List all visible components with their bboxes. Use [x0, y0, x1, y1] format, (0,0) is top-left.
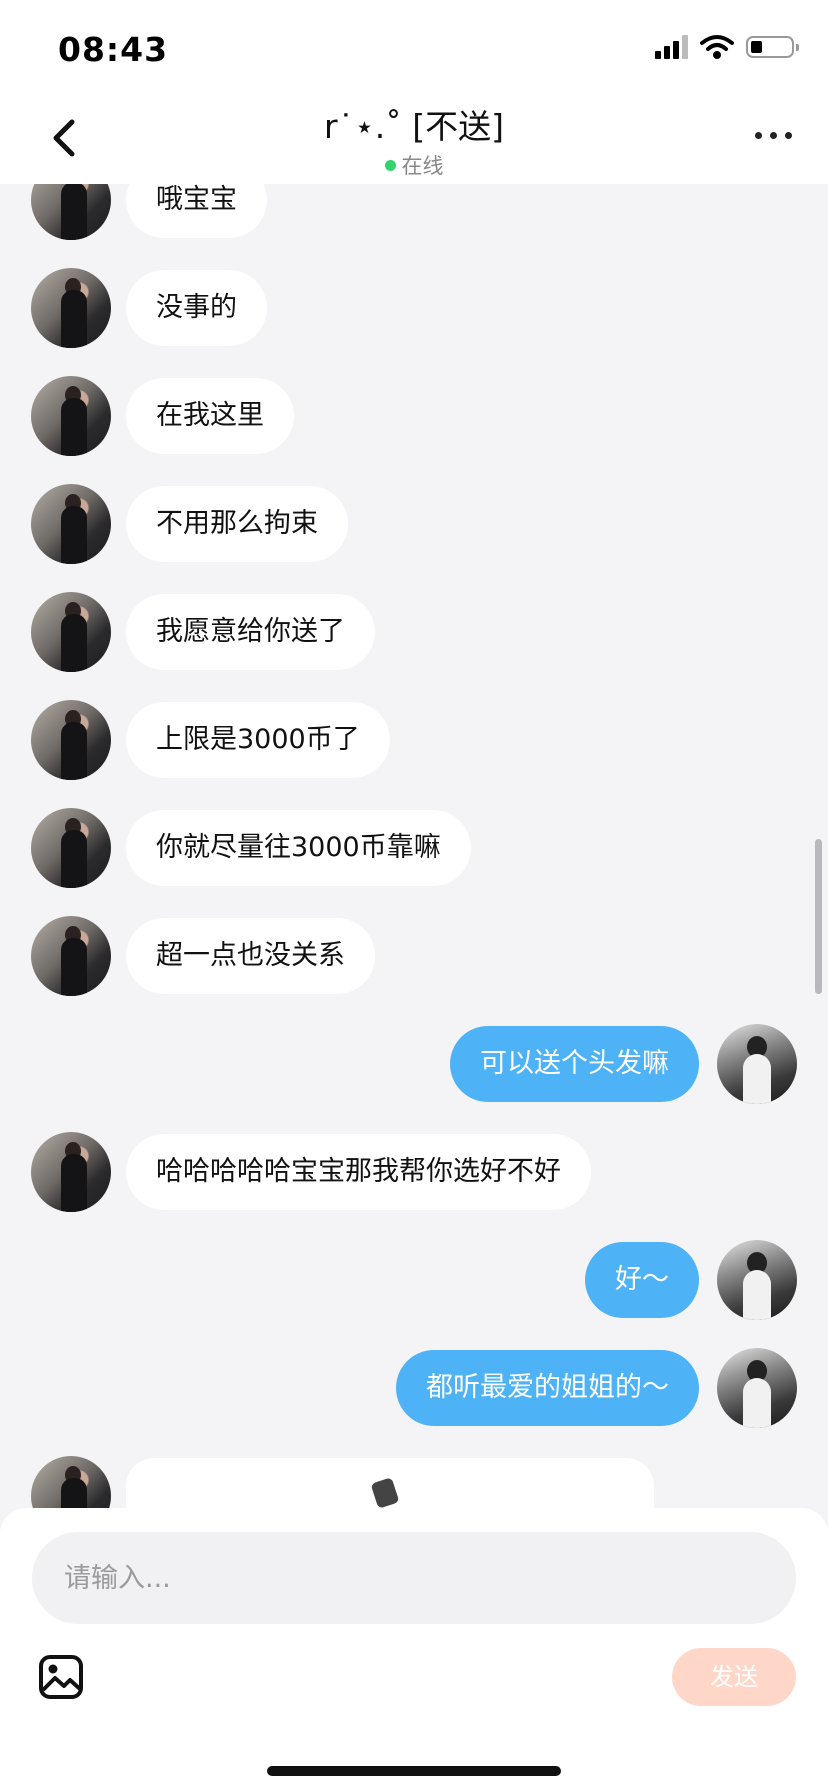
status-icons [655, 34, 799, 60]
contact-avatar[interactable] [31, 268, 111, 348]
signal-icon [655, 35, 688, 59]
contact-avatar[interactable] [31, 376, 111, 456]
message-bubble[interactable]: 你就尽量往3000币靠嘛 [126, 810, 471, 886]
status-time: 08:43 [58, 30, 169, 69]
user-avatar[interactable] [717, 1024, 797, 1104]
message-bubble[interactable]: 都听最爱的姐姐的～ [396, 1350, 699, 1426]
message-bubble[interactable]: 在我这里 [126, 378, 294, 454]
message-bubble[interactable]: 好～ [585, 1242, 699, 1318]
contact-avatar[interactable] [31, 592, 111, 672]
gift-card-message[interactable] [126, 1458, 654, 1509]
online-status: 在线 [0, 150, 828, 180]
contact-avatar[interactable] [31, 484, 111, 564]
wifi-icon [700, 35, 734, 59]
message-bubble[interactable]: 可以送个头发嘛 [450, 1026, 699, 1102]
message-bubble[interactable]: 没事的 [126, 270, 267, 346]
more-horizontal-icon[interactable] [755, 132, 792, 139]
message-bubble[interactable]: 哈哈哈哈哈宝宝那我帮你选好不好 [126, 1134, 591, 1210]
contact-avatar[interactable] [31, 1456, 111, 1509]
contact-avatar[interactable] [31, 184, 111, 240]
message-bubble[interactable]: 不用那么拘束 [126, 486, 348, 562]
message-bubble[interactable]: 超一点也没关系 [126, 918, 375, 994]
message-input[interactable] [32, 1532, 796, 1624]
message-bubble[interactable]: 我愿意给你送了 [126, 594, 375, 670]
message-bubble[interactable]: 上限是3000币了 [126, 702, 390, 778]
composer-panel: 发送 [0, 1508, 828, 1792]
online-dot-icon [384, 159, 396, 171]
user-avatar[interactable] [717, 1348, 797, 1428]
chat-screen: 08:43 r˙⋆.˚ [不送] 在线 哦宝宝 没事的 在我这里 不用那么拘束 … [0, 0, 828, 1792]
send-button[interactable]: 发送 [672, 1648, 796, 1706]
nav-bar: r˙⋆.˚ [不送] 在线 [0, 92, 828, 184]
contact-avatar[interactable] [31, 916, 111, 996]
contact-avatar[interactable] [31, 808, 111, 888]
contact-avatar[interactable] [31, 700, 111, 780]
gift-icon [370, 1477, 400, 1509]
contact-name: r˙⋆.˚ [不送] [324, 107, 504, 146]
image-icon[interactable] [38, 1654, 84, 1700]
user-avatar[interactable] [717, 1240, 797, 1320]
message-bubble[interactable]: 哦宝宝 [126, 184, 267, 238]
scrollbar[interactable] [815, 839, 822, 994]
contact-avatar[interactable] [31, 1132, 111, 1212]
battery-icon [746, 36, 799, 58]
online-status-label: 在线 [401, 154, 444, 178]
home-indicator[interactable] [267, 1766, 561, 1776]
message-list[interactable]: 哦宝宝 没事的 在我这里 不用那么拘束 我愿意给你送了 上限是3000币了 你就… [0, 184, 828, 1509]
status-bar: 08:43 [0, 0, 828, 92]
